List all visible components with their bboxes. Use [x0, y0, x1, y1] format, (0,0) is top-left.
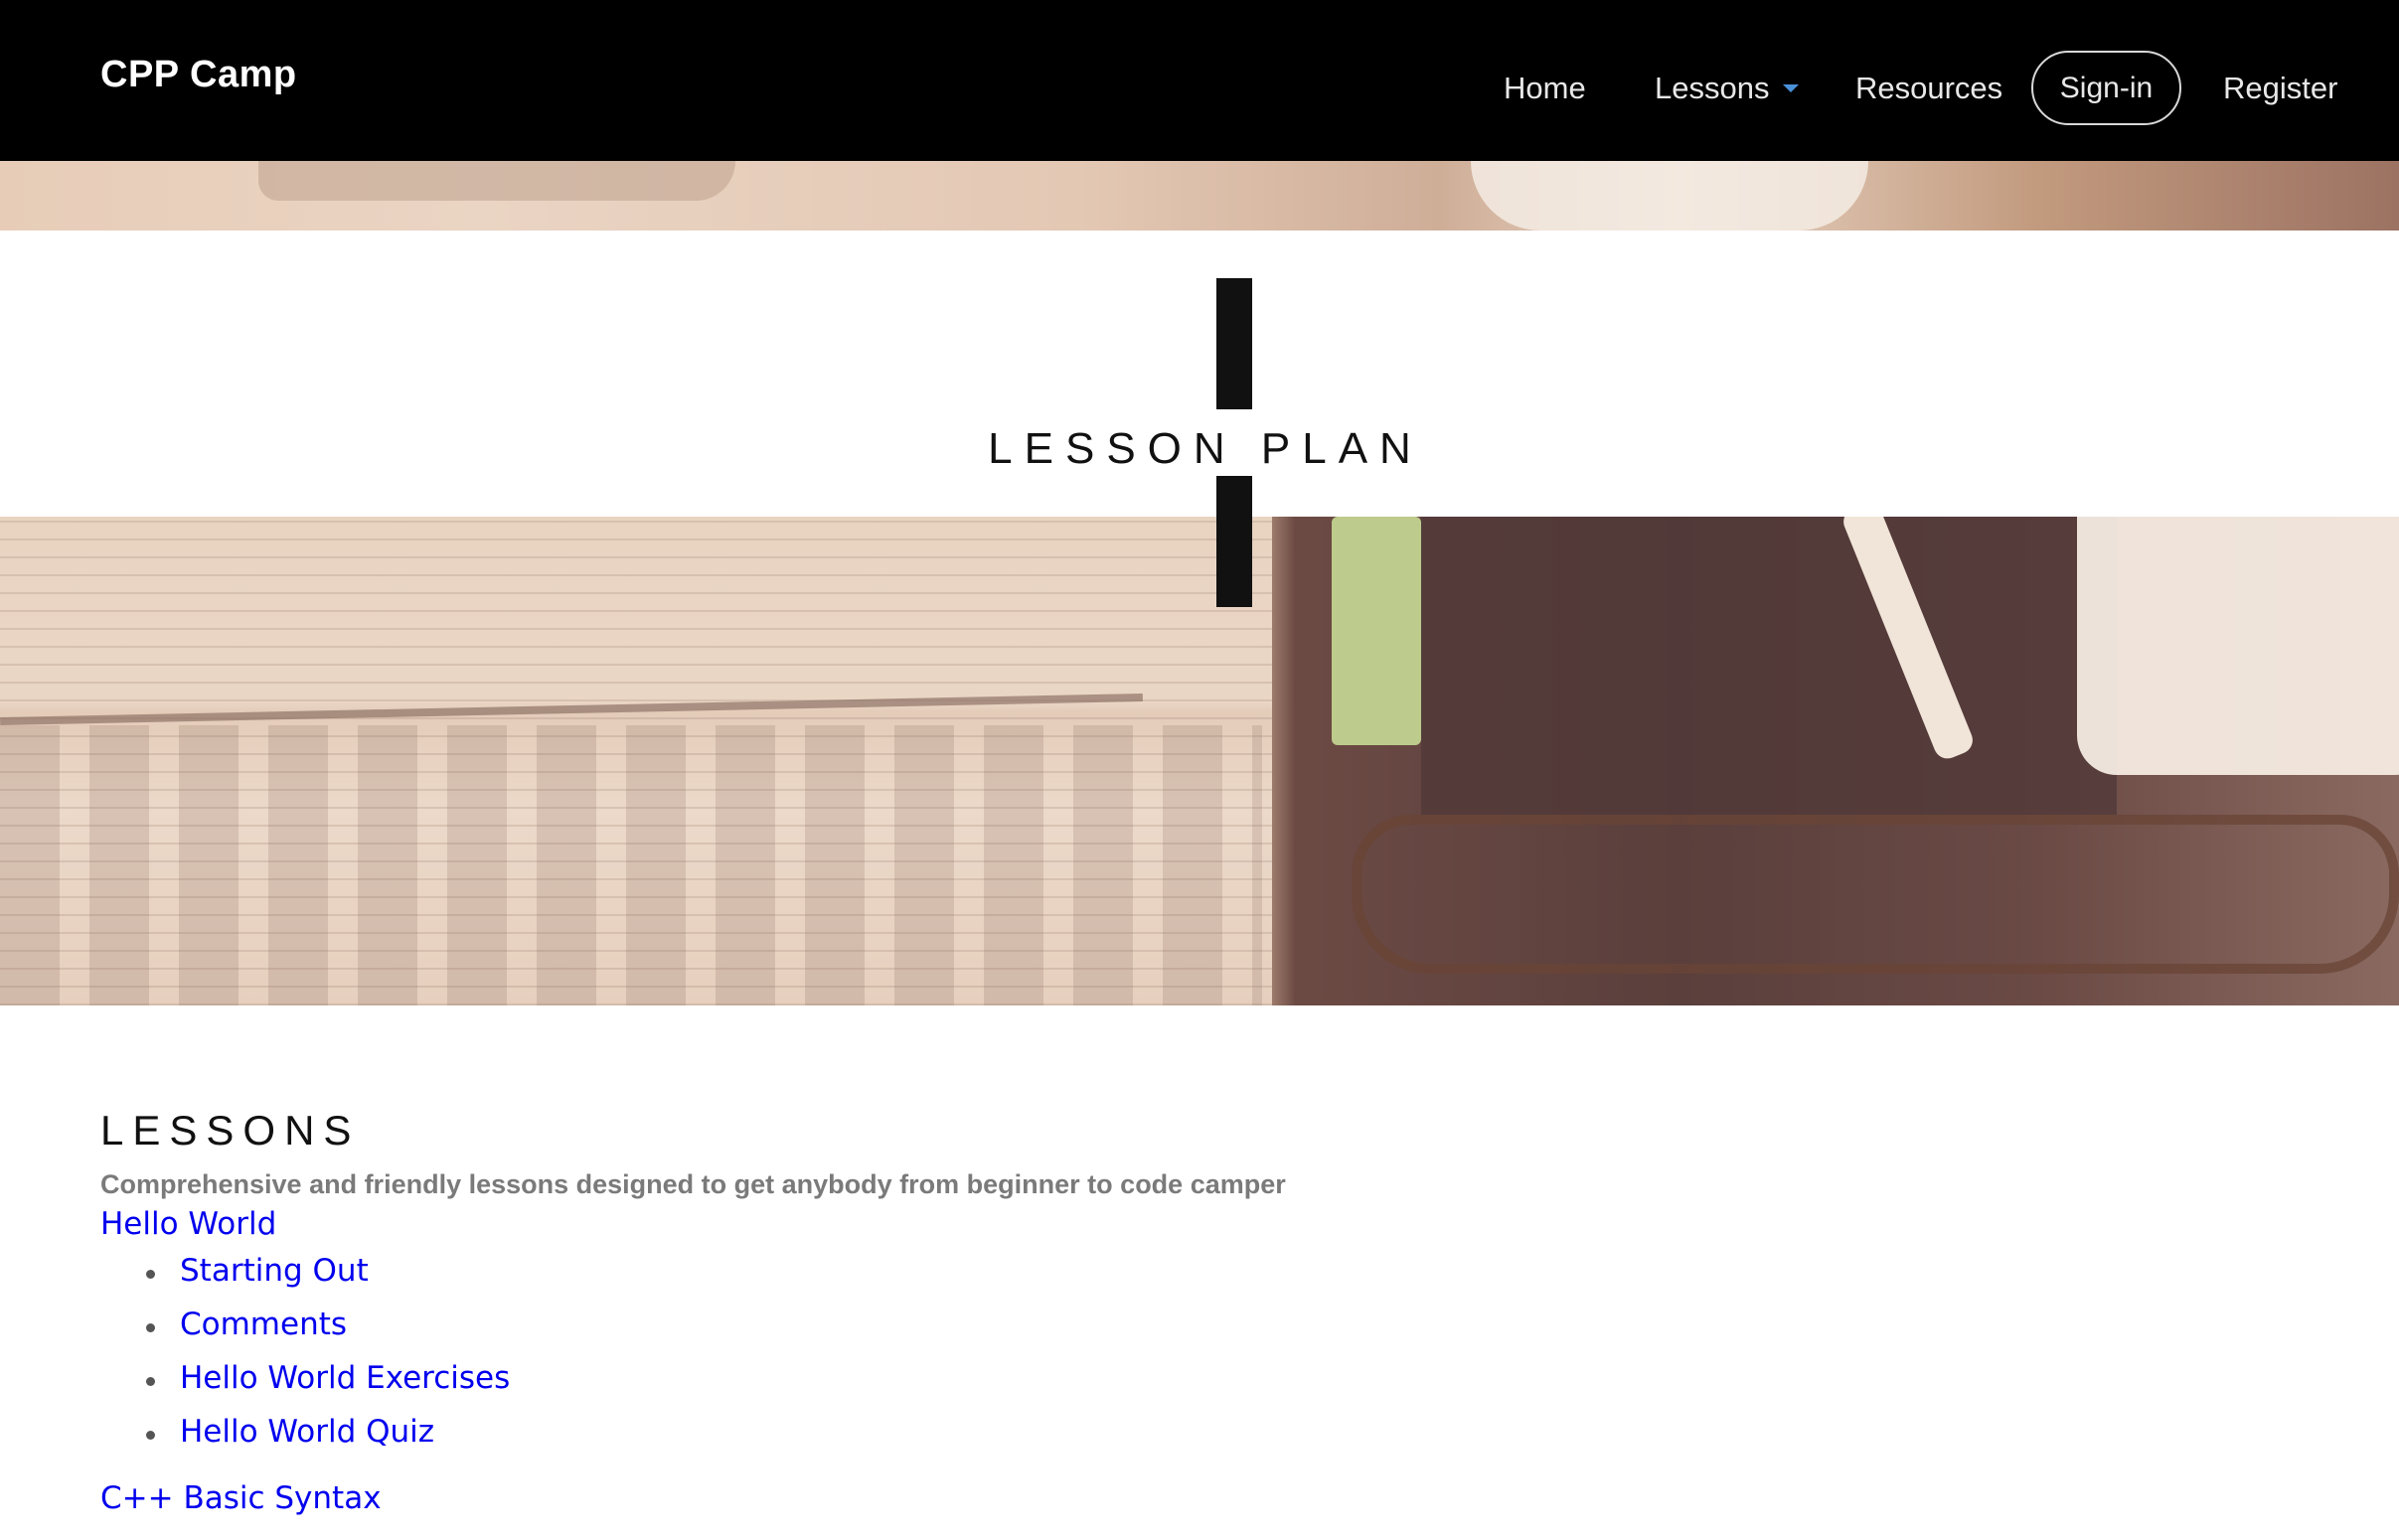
glasses-photo [1352, 815, 2399, 974]
section-title: LESSONS [100, 1107, 361, 1154]
nav-lessons-label: Lessons [1655, 71, 1770, 105]
hero-banner: LESSON PLAN [0, 161, 2399, 1005]
title-decor-bar-bottom [1216, 476, 1252, 607]
sign-in-button[interactable]: Sign-in [2031, 51, 2181, 125]
hero-title-band: LESSON PLAN [0, 231, 2399, 607]
hero-background-image-top [0, 161, 2399, 231]
phone-photo [2077, 477, 2399, 775]
list-item: Hello World Exercises [146, 1351, 1889, 1405]
lesson-group-link[interactable]: C++ Basic Syntax [100, 1478, 1889, 1518]
lesson-group-link[interactable]: Hello World [100, 1204, 1889, 1244]
page-title: LESSON PLAN [988, 424, 1423, 473]
list-item: Comments [146, 1298, 1889, 1351]
brand-logo-link[interactable]: CPP Camp [100, 50, 297, 99]
lesson-link[interactable]: Hello World Quiz [180, 1412, 1889, 1452]
bullet-icon [146, 1270, 155, 1279]
lessons-section: LESSONS Comprehensive and friendly lesso… [100, 1105, 1889, 1518]
bullet-icon [146, 1377, 155, 1386]
lesson-link[interactable]: Hello World Exercises [180, 1358, 1889, 1398]
title-decor-bar-top [1216, 278, 1252, 409]
nav-lessons-dropdown[interactable]: Lessons [1655, 64, 1800, 113]
bullet-icon [146, 1323, 155, 1332]
lesson-link[interactable]: Starting Out [180, 1251, 1889, 1291]
lesson-sublist: Starting Out Comments Hello World Exerci… [100, 1244, 1889, 1459]
chevron-down-icon [1783, 83, 1800, 92]
hero-background-image [0, 477, 2399, 1005]
lesson-link[interactable]: Comments [180, 1305, 1889, 1344]
top-navbar: CPP Camp Home Lessons Resources Sign-in … [0, 0, 2399, 161]
nav-resources-link[interactable]: Resources [1855, 64, 2002, 113]
bullet-icon [146, 1431, 155, 1440]
section-subtitle: Comprehensive and friendly lessons desig… [100, 1169, 1286, 1199]
notebook-photo [1421, 517, 2117, 815]
sticky-note-photo [1332, 517, 1421, 745]
list-item: Hello World Quiz [146, 1405, 1889, 1459]
nav-register-link[interactable]: Register [2223, 64, 2337, 113]
list-item: Starting Out [146, 1244, 1889, 1298]
nav-home-link[interactable]: Home [1504, 64, 1586, 113]
